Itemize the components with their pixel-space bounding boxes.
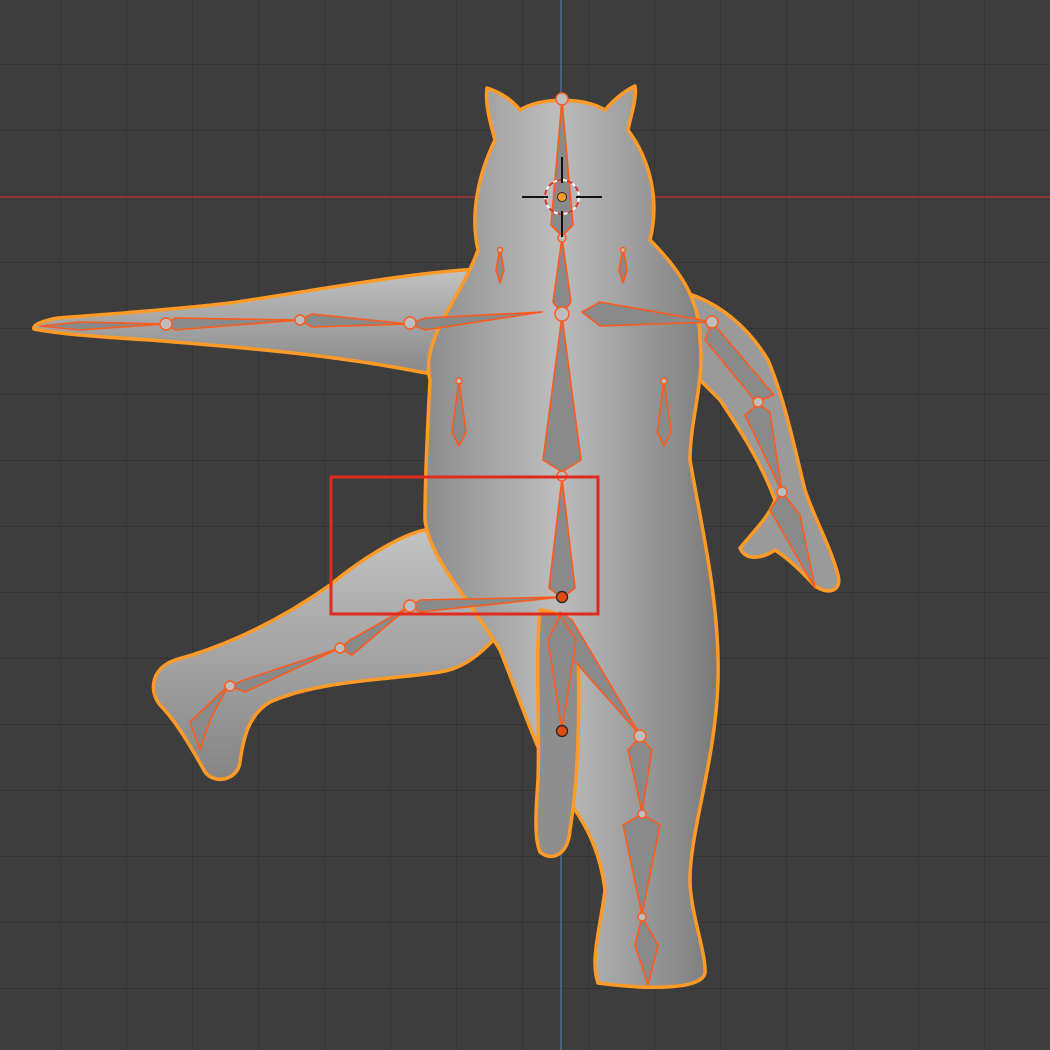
3d-viewport[interactable] <box>0 0 1050 1050</box>
active-joint-tail <box>555 724 569 738</box>
active-joint-hips <box>555 590 569 604</box>
